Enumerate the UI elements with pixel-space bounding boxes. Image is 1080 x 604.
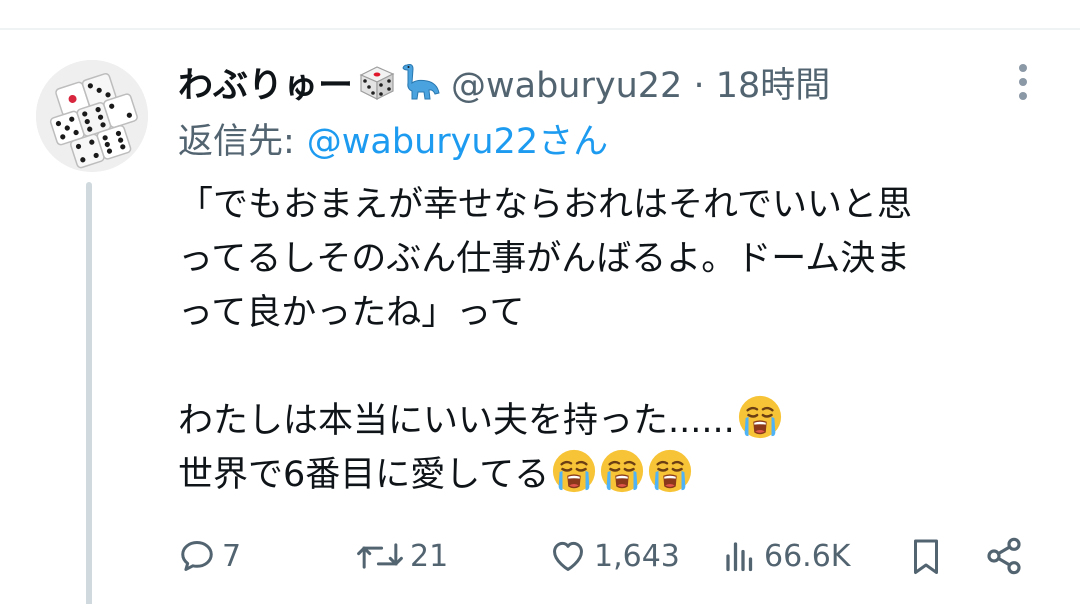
reply-button[interactable]: 7 bbox=[178, 528, 241, 584]
body-line-4-wrapper: わたしは本当にいい夫を持った...... bbox=[178, 394, 1038, 448]
avatar[interactable] bbox=[36, 60, 148, 172]
reply-count: 7 bbox=[222, 538, 242, 574]
share-icon[interactable] bbox=[984, 536, 1024, 576]
reply-icon bbox=[181, 541, 213, 571]
loudly-crying-face-icon bbox=[551, 448, 597, 494]
views-button[interactable]: 66.6K bbox=[722, 528, 850, 584]
like-count: 1,643 bbox=[594, 538, 680, 574]
tweet-action-bar: 7 21 1,643 66.6K bbox=[0, 528, 1080, 584]
body-line-3: って良かったね」って bbox=[178, 293, 525, 333]
tweet-timestamp[interactable]: 18時間 bbox=[716, 66, 831, 106]
reply-handle-link[interactable]: @waburyu22さん bbox=[307, 113, 608, 164]
retweet-count: 21 bbox=[410, 538, 449, 574]
like-button[interactable]: 1,643 bbox=[548, 528, 680, 584]
body-line-1: 「でもおまえが幸せならおれはそれでいいと思 bbox=[178, 185, 912, 225]
top-divider bbox=[0, 28, 1080, 30]
body-blank-line bbox=[178, 340, 1038, 394]
replying-to: 返信先: @waburyu22さん bbox=[178, 114, 608, 162]
retweet-icon bbox=[357, 543, 403, 569]
display-name[interactable]: わぶりゅー bbox=[178, 57, 353, 108]
loudly-crying-face-icon bbox=[737, 394, 783, 440]
retweet-button[interactable]: 21 bbox=[356, 528, 448, 584]
handle-and-time: @waburyu22 · 18時間 bbox=[451, 57, 830, 108]
like-icon bbox=[553, 541, 583, 571]
views-icon bbox=[726, 542, 753, 572]
bookmark-icon[interactable] bbox=[908, 536, 944, 576]
author-handle[interactable]: @waburyu22 bbox=[451, 66, 682, 106]
separator-dot: · bbox=[693, 65, 705, 106]
tweet-detail-page: わぶりゅー @waburyu22 · 18時間 返信先: @waburyu22さ… bbox=[0, 0, 1080, 604]
view-count: 66.6K bbox=[764, 538, 851, 574]
sauropod-emoji-icon bbox=[402, 64, 440, 100]
body-line-5-wrapper: 世界で6番目に愛してる bbox=[178, 448, 1038, 502]
loudly-crying-face-icon bbox=[647, 448, 693, 494]
avatar-dice-image bbox=[36, 60, 148, 172]
tweet-body: 「でもおまえが幸せならおれはそれでいいと思 ってるしそのぶん仕事がんばるよ。ドー… bbox=[178, 178, 1038, 502]
more-vertical-icon[interactable] bbox=[1010, 60, 1036, 104]
reply-label: 返信先: bbox=[178, 121, 295, 162]
tweet-header: わぶりゅー @waburyu22 · 18時間 bbox=[178, 56, 830, 108]
dice-emoji-icon bbox=[359, 66, 395, 100]
body-line-4: わたしは本当にいい夫を持った...... bbox=[178, 401, 735, 441]
body-line-5: 世界で6番目に愛してる bbox=[178, 455, 550, 495]
loudly-crying-face-icon bbox=[599, 448, 645, 494]
body-line-2: ってるしそのぶん仕事がんばるよ。ドーム決ま bbox=[178, 239, 911, 279]
